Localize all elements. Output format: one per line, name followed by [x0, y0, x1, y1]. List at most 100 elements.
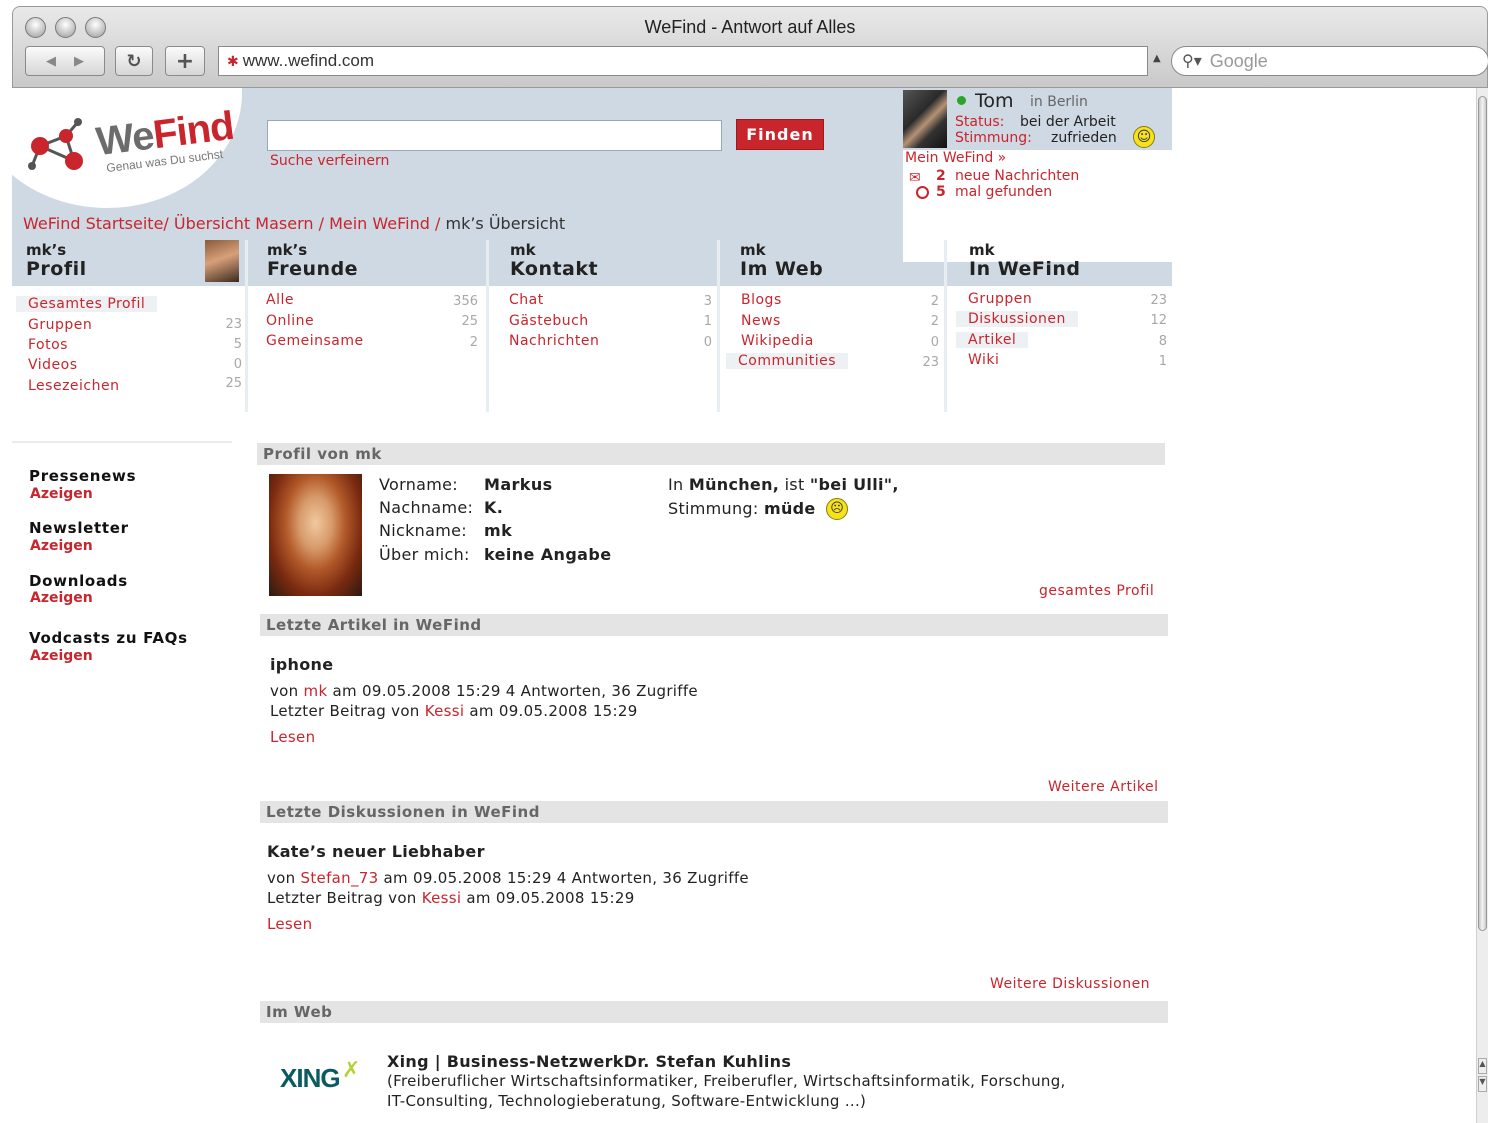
discussion-last-author-link[interactable]: Kessi [422, 889, 462, 907]
sidebar-newsletter-link[interactable]: Azeigen [30, 538, 93, 554]
article-title[interactable]: iphone [270, 655, 333, 674]
profile-thumbnail[interactable] [205, 240, 239, 282]
menu-wikipedia[interactable]: Wikipedia [741, 333, 814, 349]
scrollbar-thumb[interactable] [1478, 96, 1487, 931]
forward-arrow-icon[interactable]: ▶ [74, 54, 84, 69]
profile-section-header: Profil von mk [257, 443, 1165, 465]
back-arrow-icon[interactable]: ◀ [46, 54, 56, 69]
tab-in-wefind[interactable]: mk In WeFind [969, 242, 1081, 286]
menu-artikel[interactable]: Artikel [956, 332, 1029, 348]
online-status-icon [957, 96, 966, 105]
sidebar-pressenews-link[interactable]: Azeigen [30, 486, 93, 502]
full-profile-link[interactable]: gesamtes Profil [1039, 583, 1154, 599]
article-last-author-link[interactable]: Kessi [425, 702, 465, 720]
breadcrumb-item[interactable]: Übersicht Masern / [174, 214, 324, 233]
mein-wefind-link[interactable]: Mein WeFind » [905, 150, 1006, 166]
sidebar-downloads-link[interactable]: Azeigen [30, 590, 93, 606]
profile-photo[interactable] [269, 474, 362, 596]
scroll-up-arrow-icon[interactable]: ▲ [1478, 1058, 1487, 1074]
menu-news[interactable]: News [741, 313, 781, 329]
breadcrumb: WeFind Startseite/ Übersicht Masern / Me… [23, 214, 565, 233]
more-discussions-link[interactable]: Weitere Diskussionen [990, 976, 1150, 992]
main-search-input[interactable] [267, 120, 722, 151]
menu-gemeinsame[interactable]: Gemeinsame [266, 333, 364, 349]
column-divider [717, 240, 720, 412]
menu-diskussionen[interactable]: Diskussionen [956, 311, 1078, 327]
add-bookmark-button[interactable]: + [165, 46, 205, 76]
tab-kontakt[interactable]: mk Kontakt [510, 242, 598, 286]
found-count[interactable]: 5 [936, 184, 946, 200]
tab-freunde[interactable]: mk’s Freunde [267, 242, 358, 286]
breadcrumb-item[interactable]: Mein WeFind / [329, 214, 440, 233]
menu-lesezeichen[interactable]: Lesezeichen [28, 378, 119, 394]
menu-gaestebuch[interactable]: Gästebuch [509, 313, 589, 329]
wefind-logo[interactable]: WeFind Genau was Du suchst [26, 102, 236, 182]
article-last-prefix: Letzter Beitrag von [270, 702, 420, 720]
url-dropdown-icon[interactable]: ▲ [1153, 53, 1161, 64]
menu-wiki[interactable]: Wiki [968, 352, 999, 368]
breadcrumb-item[interactable]: WeFind Startseite/ [23, 214, 169, 233]
find-button[interactable]: Finden [736, 119, 824, 150]
first-name-label: Vorname: [379, 475, 458, 494]
sidebar-vodcasts-link[interactable]: Azeigen [30, 648, 93, 664]
new-messages-link[interactable]: neue Nachrichten [955, 168, 1079, 184]
last-name-label: Nachname: [379, 498, 474, 517]
article-read-link[interactable]: Lesen [270, 728, 315, 746]
menu-count: 3 [703, 294, 712, 309]
menu-gesamtes-profil[interactable]: Gesamtes Profil [16, 296, 158, 312]
found-link[interactable]: mal gefunden [955, 184, 1052, 200]
tab-title: Im Web [740, 258, 824, 280]
discussions-section-header: Letzte Diskussionen in WeFind [260, 801, 1168, 823]
more-articles-link[interactable]: Weitere Artikel [1048, 779, 1158, 795]
menu-count: 12 [1150, 313, 1167, 328]
discussion-last-prefix: Letzter Beitrag von [267, 889, 417, 907]
column-divider [944, 240, 947, 412]
tab-im-web[interactable]: mk Im Web [740, 242, 823, 286]
menu-nachrichten[interactable]: Nachrichten [509, 333, 599, 349]
tired-smiley-icon: ☹ [826, 498, 848, 520]
menu-fotos[interactable]: Fotos [28, 337, 68, 353]
discussion-author-link[interactable]: Stefan_73 [301, 869, 379, 887]
menu-wefind-gruppen[interactable]: Gruppen [968, 291, 1032, 307]
menu-alle[interactable]: Alle [266, 292, 294, 308]
column-divider [486, 240, 489, 412]
browser-window-chrome: WeFind - Antwort auf Alles ◀ ▶ ↻ + ✱ www… [12, 6, 1488, 88]
browser-search-field[interactable]: ⚲▾ Google [1171, 46, 1488, 76]
menu-count: 5 [233, 337, 242, 352]
url-text: www..wefind.com [242, 51, 375, 70]
menu-count: 23 [1150, 293, 1167, 308]
article-author-link[interactable]: mk [304, 682, 328, 700]
article-last-date: am 09.05.2008 15:29 [469, 702, 638, 720]
discussion-read-link[interactable]: Lesen [267, 915, 312, 933]
url-bar[interactable]: ✱ www..wefind.com [218, 46, 1148, 76]
discussion-title[interactable]: Kate’s neuer Liebhaber [267, 842, 485, 861]
discussion-date-stats: am 09.05.2008 15:29 4 Antworten, 36 Zugr… [383, 869, 749, 887]
xing-logo[interactable]: XING [280, 1063, 341, 1094]
user-avatar[interactable] [903, 90, 947, 148]
menu-online[interactable]: Online [266, 313, 314, 329]
user-status-value: bei der Arbeit [1020, 114, 1116, 130]
menu-communities[interactable]: Communities [726, 353, 849, 369]
menu-blogs[interactable]: Blogs [741, 292, 782, 308]
refine-search-link[interactable]: Suche verfeinern [270, 153, 389, 169]
user-mood-value: zufrieden [1051, 130, 1117, 146]
discussion-last-post: Letzter Beitrag von Kessi am 09.05.2008 … [267, 889, 635, 907]
location-mid: ist [784, 475, 805, 494]
xing-x-icon: ✗ [342, 1058, 361, 1083]
back-forward-buttons[interactable]: ◀ ▶ [25, 46, 105, 76]
scroll-down-arrow-icon[interactable]: ▼ [1478, 1076, 1487, 1092]
web-result-title[interactable]: Xing | Business-NetzwerkDr. Stefan Kuhli… [387, 1052, 791, 1071]
about-value: keine Angabe [484, 545, 612, 564]
reload-icon: ↻ [126, 50, 142, 72]
user-name[interactable]: Tom [975, 90, 1014, 112]
user-mood-label: Stimmung: [955, 130, 1032, 146]
tab-profil[interactable]: mk’s Profil [26, 242, 87, 286]
tab-owner: mk’s [26, 241, 67, 259]
menu-videos[interactable]: Videos [28, 357, 78, 373]
reload-button[interactable]: ↻ [115, 46, 153, 76]
found-circle-icon [916, 186, 929, 199]
menu-chat[interactable]: Chat [509, 292, 544, 308]
menu-count: 356 [453, 294, 478, 309]
menu-gruppen[interactable]: Gruppen [28, 317, 92, 333]
new-messages-count[interactable]: 2 [936, 168, 946, 184]
